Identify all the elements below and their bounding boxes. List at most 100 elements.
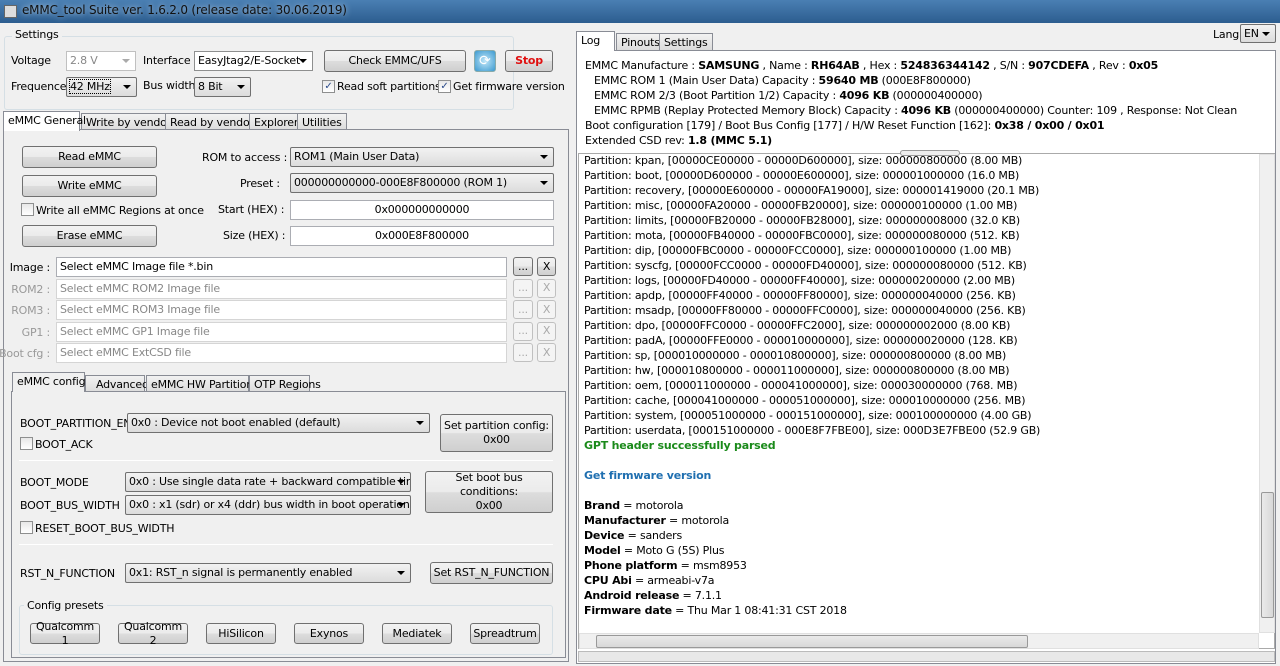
rom-select[interactable]: ROM1 (Main User Data) bbox=[290, 147, 554, 167]
boot-mode-label: BOOT_MODE bbox=[20, 476, 89, 489]
boot-bus-width-select[interactable]: 0x0 : x1 (sdr) or x4 (ddr) bus width in … bbox=[125, 495, 411, 515]
browse-button[interactable]: ... bbox=[513, 343, 533, 362]
firmware-line: Brand = motorola bbox=[584, 499, 683, 514]
clear-button[interactable]: X bbox=[537, 321, 556, 341]
preset-label: Preset : bbox=[240, 177, 280, 190]
config-presets-label: Config presets bbox=[24, 599, 107, 612]
set-rst-button[interactable]: Set RST_N_FUNCTION bbox=[430, 562, 553, 584]
set-boot-bus-button[interactable]: Set boot bus conditions: 0x00 bbox=[425, 471, 553, 513]
read-soft-partitions-checkbox[interactable]: ✓ bbox=[322, 80, 335, 93]
tab-emmc-general[interactable]: eMMC General bbox=[3, 111, 86, 131]
firmware-value: = msm8953 bbox=[677, 559, 747, 572]
browse-button[interactable]: ... bbox=[513, 278, 533, 298]
preset-button[interactable]: Spreadtrum bbox=[470, 623, 540, 644]
frequence-select[interactable]: 42 MHz bbox=[66, 77, 137, 97]
firmware-key: Firmware date bbox=[584, 604, 672, 617]
log-line: Partition: logs, [00000FD40000 - 00000FF… bbox=[584, 274, 1015, 287]
rpmb-capacity: 4096 KB bbox=[901, 104, 951, 117]
horizontal-scrollbar[interactable] bbox=[579, 633, 1259, 649]
firmware-value: = 7.1.1 bbox=[679, 589, 723, 602]
read-emmc-button[interactable]: Read eMMC bbox=[22, 146, 157, 168]
get-firmware-checkbox[interactable]: ✓ bbox=[438, 80, 451, 93]
refresh-icon[interactable]: ⟳ bbox=[474, 50, 496, 72]
title-bar: eMMC_tool Suite ver. 1.6.2.0 (release da… bbox=[0, 0, 1280, 23]
info-text: (000000400000) Counter: 109 , Response: … bbox=[950, 104, 1237, 117]
preset-button[interactable]: HiSilicon bbox=[206, 623, 276, 644]
start-input[interactable]: 0x000000000000 bbox=[290, 200, 554, 220]
firmware-line: Model = Moto G (5S) Plus bbox=[584, 544, 724, 559]
buswidth-select[interactable]: 8 Bit bbox=[194, 77, 251, 97]
check-emmc-button[interactable]: Check EMMC/UFS bbox=[324, 50, 466, 72]
preset-button[interactable]: Mediatek bbox=[382, 623, 452, 644]
file-input[interactable]: Select eMMC ExtCSD file bbox=[56, 343, 507, 363]
firmware-key: Android release bbox=[584, 589, 680, 602]
browse-button[interactable]: ... bbox=[513, 257, 533, 276]
get-firmware-label: Get firmware version bbox=[453, 80, 565, 93]
scrollbar-thumb[interactable] bbox=[1261, 492, 1274, 618]
browse-button[interactable]: ... bbox=[513, 300, 533, 319]
write-all-label: Write all eMMC Regions at once bbox=[36, 204, 204, 217]
stop-button[interactable]: Stop bbox=[505, 50, 553, 72]
preset-button[interactable]: Exynos bbox=[294, 623, 364, 644]
lang-label: Lang bbox=[1213, 28, 1240, 41]
vertical-scrollbar[interactable] bbox=[1259, 154, 1275, 633]
firmware-line: CPU Abi = armeabi-v7a bbox=[584, 574, 715, 589]
file-input[interactable]: Select eMMC ROM3 Image file bbox=[56, 300, 507, 320]
firmware-header: Get firmware version bbox=[584, 469, 712, 482]
name-value: RH64AB bbox=[810, 59, 860, 72]
voltage-select[interactable]: 2.8 V bbox=[66, 51, 136, 71]
tab-write-by-vendor[interactable]: Write by vendor bbox=[81, 113, 177, 130]
interface-label: Interface bbox=[143, 54, 191, 67]
clear-button[interactable]: X bbox=[537, 257, 556, 276]
info-text: , Hex : bbox=[859, 59, 901, 72]
lang-value: EN bbox=[1244, 27, 1259, 40]
rom23-capacity: 4096 KB bbox=[839, 89, 890, 102]
write-all-checkbox[interactable] bbox=[21, 203, 34, 216]
set-partition-config-button[interactable]: Set partition config: 0x00 bbox=[440, 414, 553, 452]
firmware-key: CPU Abi bbox=[584, 574, 632, 587]
size-input[interactable]: 0x000E8F800000 bbox=[290, 226, 554, 246]
browse-button[interactable]: ... bbox=[513, 321, 533, 341]
info-text: EMMC RPMB (Replay Protected Memory Block… bbox=[594, 104, 901, 117]
boot-mode-select[interactable]: 0x0 : Use single data rate + backward co… bbox=[125, 472, 411, 492]
tab-emmc-hw-partitions[interactable]: eMMC HW Partitions bbox=[146, 375, 259, 392]
write-emmc-button[interactable]: Write eMMC bbox=[22, 175, 157, 197]
preset-button[interactable]: Qualcomm 2 bbox=[118, 620, 188, 647]
log-line: Partition: recovery, [00000E600000 - 000… bbox=[584, 184, 1040, 197]
scrollbar-thumb[interactable] bbox=[596, 635, 1028, 648]
file-label: Image : bbox=[9, 261, 50, 274]
preset-select[interactable]: 000000000000-000E8F800000 (ROM 1) bbox=[290, 173, 554, 193]
boot-partition-select[interactable]: 0x0 : Device not boot enabled (default) bbox=[127, 413, 430, 433]
rst-select[interactable]: 0x1: RST_n signal is permanently enabled bbox=[125, 563, 411, 583]
file-input[interactable]: Select eMMC Image file *.bin bbox=[56, 257, 507, 277]
tab-emmc-config[interactable]: eMMC config bbox=[12, 372, 86, 392]
tab-advanced[interactable]: Advanced bbox=[85, 375, 149, 392]
erase-emmc-button[interactable]: Erase eMMC bbox=[22, 225, 157, 247]
boot-ack-label: BOOT_ACK bbox=[35, 438, 93, 451]
frequence-value: 42 MHz bbox=[69, 79, 111, 94]
clear-button[interactable]: X bbox=[537, 300, 556, 319]
lang-select[interactable]: EN bbox=[1240, 24, 1276, 43]
tab-utilities[interactable]: Utilities bbox=[297, 113, 347, 130]
tab-explorer[interactable]: Explorer bbox=[249, 113, 304, 130]
tab-settings[interactable]: Settings bbox=[659, 33, 713, 50]
tab-log[interactable]: Log bbox=[576, 31, 615, 51]
clear-button[interactable]: X bbox=[537, 343, 556, 362]
tab-read-by-vendor[interactable]: Read by vendor bbox=[165, 113, 259, 130]
splitter-handle[interactable] bbox=[900, 150, 960, 156]
interface-select[interactable]: EasyJtag2/E-Socket bbox=[194, 51, 313, 71]
reset-boot-bus-checkbox[interactable] bbox=[20, 521, 33, 534]
info-text: EMMC Manufacture : bbox=[585, 59, 699, 72]
file-input[interactable]: Select eMMC GP1 Image file bbox=[56, 321, 507, 342]
rom-label: ROM to access : bbox=[202, 151, 288, 164]
info-text: , S/N : bbox=[989, 59, 1029, 72]
log-line: Partition: cache, [000041000000 - 000051… bbox=[584, 394, 1026, 407]
log-area[interactable]: Partition: kpan, [00000CE00000 - 00000D6… bbox=[578, 153, 1275, 649]
boot-ack-checkbox[interactable] bbox=[20, 437, 33, 450]
tab-pinouts[interactable]: Pinouts bbox=[616, 33, 665, 50]
preset-button[interactable]: Qualcomm 1 bbox=[30, 620, 100, 647]
info-text: EMMC ROM 2/3 (Boot Partition 1/2) Capaci… bbox=[594, 89, 840, 102]
tab-otp-regions[interactable]: OTP Regions bbox=[249, 375, 321, 392]
file-input[interactable]: Select eMMC ROM2 Image file bbox=[56, 278, 507, 299]
clear-button[interactable]: X bbox=[537, 278, 556, 298]
